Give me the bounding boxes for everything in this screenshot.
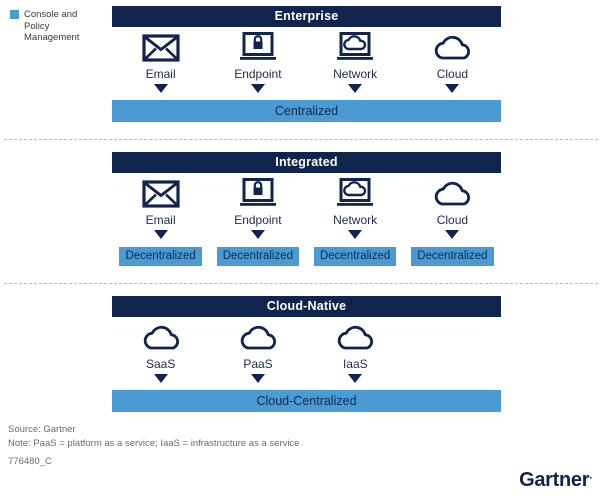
legend-label: Console and Policy Management <box>24 9 80 43</box>
registered-mark: . <box>589 469 592 482</box>
cloud-icon <box>429 32 475 64</box>
chip-row-decentralized: Decentralized Decentralized Decentralize… <box>112 247 501 266</box>
chip-cell: Decentralized <box>112 247 209 266</box>
envelope-icon <box>142 178 180 210</box>
legend: Console and Policy Management <box>10 9 105 44</box>
item-email[interactable]: Email <box>112 32 209 93</box>
item-endpoint[interactable]: Endpoint <box>209 32 306 93</box>
section-divider-1 <box>4 139 598 140</box>
item-label: Endpoint <box>234 67 282 81</box>
gartner-logo-text: Gartner <box>519 469 590 491</box>
footer-code: 776480_C <box>8 456 52 467</box>
item-label: Cloud <box>436 67 469 81</box>
down-arrow-icon <box>153 230 168 239</box>
item-label: IaaS <box>342 357 368 371</box>
item-saas[interactable]: SaaS <box>112 322 209 383</box>
item-label: Endpoint <box>234 213 282 227</box>
item-label: Cloud <box>436 213 469 227</box>
item-network[interactable]: Network <box>307 178 404 239</box>
laptop-lock-icon <box>238 32 278 64</box>
icon-row-integrated: Email Endpoint Network Cloud <box>112 178 501 239</box>
result-bar-centralized: Centralized <box>112 100 501 122</box>
section-divider-2 <box>4 283 598 284</box>
item-label: SaaS <box>145 357 176 371</box>
result-bar-cloud-centralized: Cloud-Centralized <box>112 390 501 412</box>
chip-decentralized: Decentralized <box>313 247 397 266</box>
item-label: PaaS <box>243 357 273 371</box>
section-title-cloud-native: Cloud-Native <box>112 296 501 317</box>
item-label: Email <box>145 67 176 81</box>
item-cloud[interactable]: Cloud <box>404 32 501 93</box>
footer-source: Source: Gartner <box>8 424 76 435</box>
item-paas[interactable]: PaaS <box>209 322 306 383</box>
chip-decentralized: Decentralized <box>216 247 300 266</box>
cloud-icon <box>138 322 184 354</box>
item-label: Email <box>145 213 176 227</box>
laptop-cloud-icon <box>335 178 375 210</box>
footer-note: Note: PaaS = platform as a service; IaaS… <box>8 438 300 449</box>
cloud-icon <box>235 322 281 354</box>
down-arrow-icon <box>250 84 265 93</box>
chip-decentralized: Decentralized <box>119 247 202 266</box>
down-arrow-icon <box>153 84 168 93</box>
cloud-icon <box>332 322 378 354</box>
down-arrow-icon <box>445 84 460 93</box>
item-iaas[interactable]: IaaS <box>307 322 404 383</box>
chip-cell: Decentralized <box>209 247 306 266</box>
down-arrow-icon <box>348 374 363 383</box>
item-network[interactable]: Network <box>307 32 404 93</box>
chip-cell: Decentralized <box>404 247 501 266</box>
item-endpoint[interactable]: Endpoint <box>209 178 306 239</box>
down-arrow-icon <box>250 230 265 239</box>
item-email[interactable]: Email <box>112 178 209 239</box>
square-swatch-icon <box>10 10 19 19</box>
item-label: Network <box>333 213 378 227</box>
chip-cell: Decentralized <box>307 247 404 266</box>
laptop-lock-icon <box>238 178 278 210</box>
section-title-enterprise: Enterprise <box>112 6 501 27</box>
down-arrow-icon <box>250 374 265 383</box>
down-arrow-icon <box>445 230 460 239</box>
cloud-icon <box>429 178 475 210</box>
gartner-logo: Gartner. <box>519 469 592 492</box>
section-title-integrated: Integrated <box>112 152 501 173</box>
item-label: Network <box>333 67 378 81</box>
laptop-cloud-icon <box>335 32 375 64</box>
item-cloud[interactable]: Cloud <box>404 178 501 239</box>
down-arrow-icon <box>348 230 363 239</box>
envelope-icon <box>142 32 180 64</box>
down-arrow-icon <box>153 374 168 383</box>
down-arrow-icon <box>348 84 363 93</box>
icon-row-enterprise: Email Endpoint Network Cloud <box>112 32 501 93</box>
icon-row-cloud-native: SaaS PaaS IaaS <box>112 322 404 383</box>
chip-decentralized: Decentralized <box>411 247 494 266</box>
